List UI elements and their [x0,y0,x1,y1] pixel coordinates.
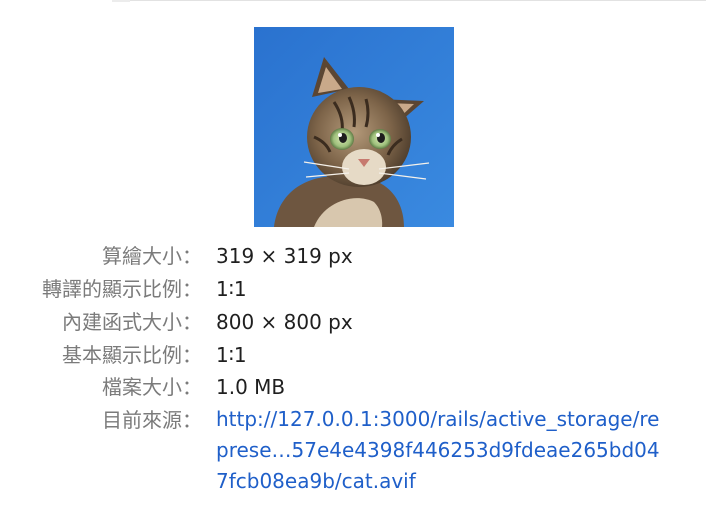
rendered-ratio-label: 轉譯的顯示比例： [42,277,202,301]
rendered-ratio-value: 1∶1 [216,277,247,301]
source-link-line: prese…57e4e4398f446253d9fdeae265bd04 [216,438,660,462]
rendered-size-label: 算繪大小： [102,244,202,268]
intrinsic-size-value: 800 × 800 px [216,310,353,334]
tab-edge [112,0,130,2]
intrinsic-size-label: 內建函式大小： [62,310,202,334]
source-label: 目前來源： [102,408,202,432]
intrinsic-ratio-value: 1∶1 [216,343,247,367]
source-link-line: 7fcb08ea9b/cat.avif [216,469,416,493]
intrinsic-ratio-label: 基本顯示比例： [62,343,202,367]
file-size-label: 檔案大小： [102,375,202,399]
rendered-size-value: 319 × 319 px [216,244,353,268]
source-link[interactable]: http://127.0.0.1:3000/rails/active_stora… [216,404,696,497]
file-size-value: 1.0 MB [216,375,286,399]
cat-image [254,27,454,227]
image-preview [254,27,454,227]
source-link-line: http://127.0.0.1:3000/rails/active_stora… [216,407,660,431]
divider [130,0,706,1]
